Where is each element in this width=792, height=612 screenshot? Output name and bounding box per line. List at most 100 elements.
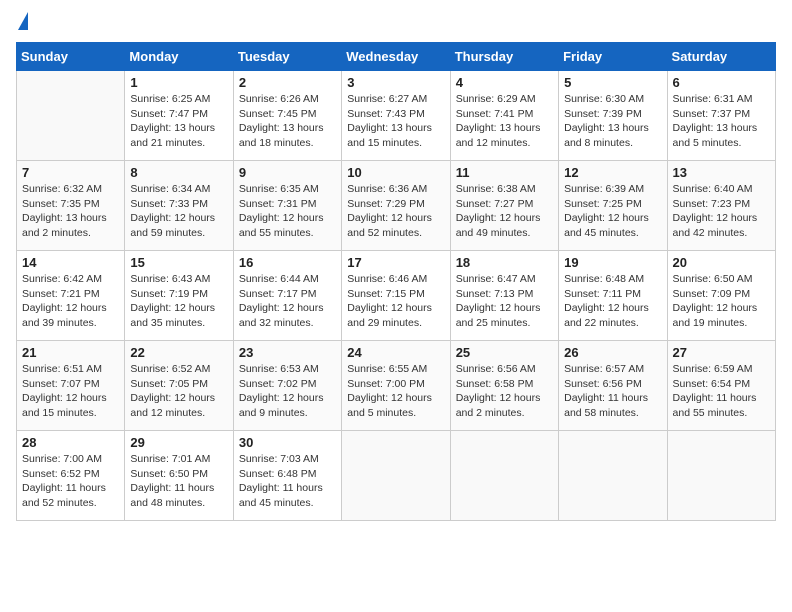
- calendar-cell: 26Sunrise: 6:57 AMSunset: 6:56 PMDayligh…: [559, 341, 667, 431]
- calendar-cell: 2 Sunrise: 6:26 AMSunset: 7:45 PMDaylight…: [233, 71, 341, 161]
- weekday-header-wednesday: Wednesday: [342, 43, 450, 71]
- calendar-cell: 7 Sunrise: 6:32 AMSunset: 7:35 PMDaylight…: [17, 161, 125, 251]
- day-info: Sunrise: 6:55 AMSunset: 7:00 PMDaylight:…: [347, 362, 444, 421]
- weekday-header-row: SundayMondayTuesdayWednesdayThursdayFrid…: [17, 43, 776, 71]
- day-info: Sunrise: 6:39 AMSunset: 7:25 PMDaylight:…: [564, 182, 661, 241]
- calendar-cell: 15 Sunrise: 6:43 AMSunset: 7:19 PMDayligh…: [125, 251, 233, 341]
- day-info: Sunrise: 6:52 AMSunset: 7:05 PMDaylight:…: [130, 362, 227, 421]
- calendar-week-row: 1 Sunrise: 6:25 AMSunset: 7:47 PMDaylight…: [17, 71, 776, 161]
- weekday-header-thursday: Thursday: [450, 43, 558, 71]
- day-info: Sunrise: 6:38 AMSunset: 7:27 PMDaylight:…: [456, 182, 553, 241]
- day-info: Sunrise: 7:01 AMSunset: 6:50 PMDaylight:…: [130, 452, 227, 511]
- day-info: Sunrise: 6:31 AMSunset: 7:37 PMDaylight:…: [673, 92, 770, 151]
- day-number: 16: [239, 255, 336, 270]
- weekday-header-tuesday: Tuesday: [233, 43, 341, 71]
- day-info: Sunrise: 6:29 AMSunset: 7:41 PMDaylight:…: [456, 92, 553, 151]
- weekday-header-sunday: Sunday: [17, 43, 125, 71]
- day-number: 23: [239, 345, 336, 360]
- calendar-cell: 20 Sunrise: 6:50 AMSunset: 7:09 PMDayligh…: [667, 251, 775, 341]
- day-number: 17: [347, 255, 444, 270]
- calendar-cell: 6 Sunrise: 6:31 AMSunset: 7:37 PMDaylight…: [667, 71, 775, 161]
- day-number: 24: [347, 345, 444, 360]
- day-number: 19: [564, 255, 661, 270]
- day-info: Sunrise: 7:03 AMSunset: 6:48 PMDaylight:…: [239, 452, 336, 511]
- weekday-header-monday: Monday: [125, 43, 233, 71]
- day-info: Sunrise: 6:36 AMSunset: 7:29 PMDaylight:…: [347, 182, 444, 241]
- day-info: Sunrise: 6:56 AMSunset: 6:58 PMDaylight:…: [456, 362, 553, 421]
- day-number: 10: [347, 165, 444, 180]
- day-number: 22: [130, 345, 227, 360]
- day-number: 20: [673, 255, 770, 270]
- calendar-cell: 27 Sunrise: 6:59 AMSunset: 6:54 PMDayligh…: [667, 341, 775, 431]
- calendar-cell: 4Sunrise: 6:29 AMSunset: 7:41 PMDaylight…: [450, 71, 558, 161]
- day-info: Sunrise: 6:35 AMSunset: 7:31 PMDaylight:…: [239, 182, 336, 241]
- day-info: Sunrise: 7:00 AMSunset: 6:52 PMDaylight:…: [22, 452, 119, 511]
- calendar-cell: 3 Sunrise: 6:27 AMSunset: 7:43 PMDaylight…: [342, 71, 450, 161]
- calendar-week-row: 28 Sunrise: 7:00 AMSunset: 6:52 PMDayligh…: [17, 431, 776, 521]
- day-number: 25: [456, 345, 553, 360]
- calendar-cell: [667, 431, 775, 521]
- day-info: Sunrise: 6:43 AMSunset: 7:19 PMDaylight:…: [130, 272, 227, 331]
- logo-triangle-icon: [18, 12, 28, 30]
- calendar-cell: 17 Sunrise: 6:46 AMSunset: 7:15 PMDayligh…: [342, 251, 450, 341]
- day-info: Sunrise: 6:59 AMSunset: 6:54 PMDaylight:…: [673, 362, 770, 421]
- day-number: 30: [239, 435, 336, 450]
- logo: [16, 16, 28, 30]
- day-number: 12: [564, 165, 661, 180]
- day-number: 14: [22, 255, 119, 270]
- calendar-cell: 13 Sunrise: 6:40 AMSunset: 7:23 PMDayligh…: [667, 161, 775, 251]
- day-number: 11: [456, 165, 553, 180]
- day-number: 8: [130, 165, 227, 180]
- calendar-cell: 23 Sunrise: 6:53 AMSunset: 7:02 PMDayligh…: [233, 341, 341, 431]
- calendar-table: SundayMondayTuesdayWednesdayThursdayFrid…: [16, 42, 776, 521]
- day-number: 15: [130, 255, 227, 270]
- day-number: 6: [673, 75, 770, 90]
- day-number: 26: [564, 345, 661, 360]
- calendar-cell: [559, 431, 667, 521]
- day-info: Sunrise: 6:42 AMSunset: 7:21 PMDaylight:…: [22, 272, 119, 331]
- day-info: Sunrise: 6:34 AMSunset: 7:33 PMDaylight:…: [130, 182, 227, 241]
- day-info: Sunrise: 6:53 AMSunset: 7:02 PMDaylight:…: [239, 362, 336, 421]
- calendar-cell: 22 Sunrise: 6:52 AMSunset: 7:05 PMDayligh…: [125, 341, 233, 431]
- day-info: Sunrise: 6:26 AMSunset: 7:45 PMDaylight:…: [239, 92, 336, 151]
- day-number: 18: [456, 255, 553, 270]
- day-info: Sunrise: 6:40 AMSunset: 7:23 PMDaylight:…: [673, 182, 770, 241]
- day-number: 1: [130, 75, 227, 90]
- calendar-cell: 28 Sunrise: 7:00 AMSunset: 6:52 PMDayligh…: [17, 431, 125, 521]
- day-number: 2: [239, 75, 336, 90]
- calendar-cell: 8 Sunrise: 6:34 AMSunset: 7:33 PMDaylight…: [125, 161, 233, 251]
- day-info: Sunrise: 6:32 AMSunset: 7:35 PMDaylight:…: [22, 182, 119, 241]
- weekday-header-saturday: Saturday: [667, 43, 775, 71]
- day-info: Sunrise: 6:47 AMSunset: 7:13 PMDaylight:…: [456, 272, 553, 331]
- day-number: 29: [130, 435, 227, 450]
- calendar-cell: 12 Sunrise: 6:39 AMSunset: 7:25 PMDayligh…: [559, 161, 667, 251]
- day-number: 3: [347, 75, 444, 90]
- calendar-cell: 29 Sunrise: 7:01 AMSunset: 6:50 PMDayligh…: [125, 431, 233, 521]
- calendar-cell: 9Sunrise: 6:35 AMSunset: 7:31 PMDaylight…: [233, 161, 341, 251]
- day-info: Sunrise: 6:25 AMSunset: 7:47 PMDaylight:…: [130, 92, 227, 151]
- day-info: Sunrise: 6:44 AMSunset: 7:17 PMDaylight:…: [239, 272, 336, 331]
- calendar-cell: 10 Sunrise: 6:36 AMSunset: 7:29 PMDayligh…: [342, 161, 450, 251]
- day-info: Sunrise: 6:48 AMSunset: 7:11 PMDaylight:…: [564, 272, 661, 331]
- day-number: 27: [673, 345, 770, 360]
- calendar-cell: 1 Sunrise: 6:25 AMSunset: 7:47 PMDaylight…: [125, 71, 233, 161]
- calendar-cell: 18 Sunrise: 6:47 AMSunset: 7:13 PMDayligh…: [450, 251, 558, 341]
- day-info: Sunrise: 6:27 AMSunset: 7:43 PMDaylight:…: [347, 92, 444, 151]
- day-number: 7: [22, 165, 119, 180]
- calendar-week-row: 21Sunrise: 6:51 AMSunset: 7:07 PMDayligh…: [17, 341, 776, 431]
- day-number: 13: [673, 165, 770, 180]
- calendar-cell: 16 Sunrise: 6:44 AMSunset: 7:17 PMDayligh…: [233, 251, 341, 341]
- calendar-cell: [342, 431, 450, 521]
- day-info: Sunrise: 6:46 AMSunset: 7:15 PMDaylight:…: [347, 272, 444, 331]
- calendar-week-row: 7 Sunrise: 6:32 AMSunset: 7:35 PMDaylight…: [17, 161, 776, 251]
- calendar-cell: [450, 431, 558, 521]
- page-header: [16, 16, 776, 30]
- calendar-cell: 19 Sunrise: 6:48 AMSunset: 7:11 PMDayligh…: [559, 251, 667, 341]
- calendar-cell: 25 Sunrise: 6:56 AMSunset: 6:58 PMDayligh…: [450, 341, 558, 431]
- calendar-cell: 24 Sunrise: 6:55 AMSunset: 7:00 PMDayligh…: [342, 341, 450, 431]
- calendar-cell: 21Sunrise: 6:51 AMSunset: 7:07 PMDayligh…: [17, 341, 125, 431]
- weekday-header-friday: Friday: [559, 43, 667, 71]
- day-info: Sunrise: 6:50 AMSunset: 7:09 PMDaylight:…: [673, 272, 770, 331]
- day-number: 28: [22, 435, 119, 450]
- calendar-cell: 14 Sunrise: 6:42 AMSunset: 7:21 PMDayligh…: [17, 251, 125, 341]
